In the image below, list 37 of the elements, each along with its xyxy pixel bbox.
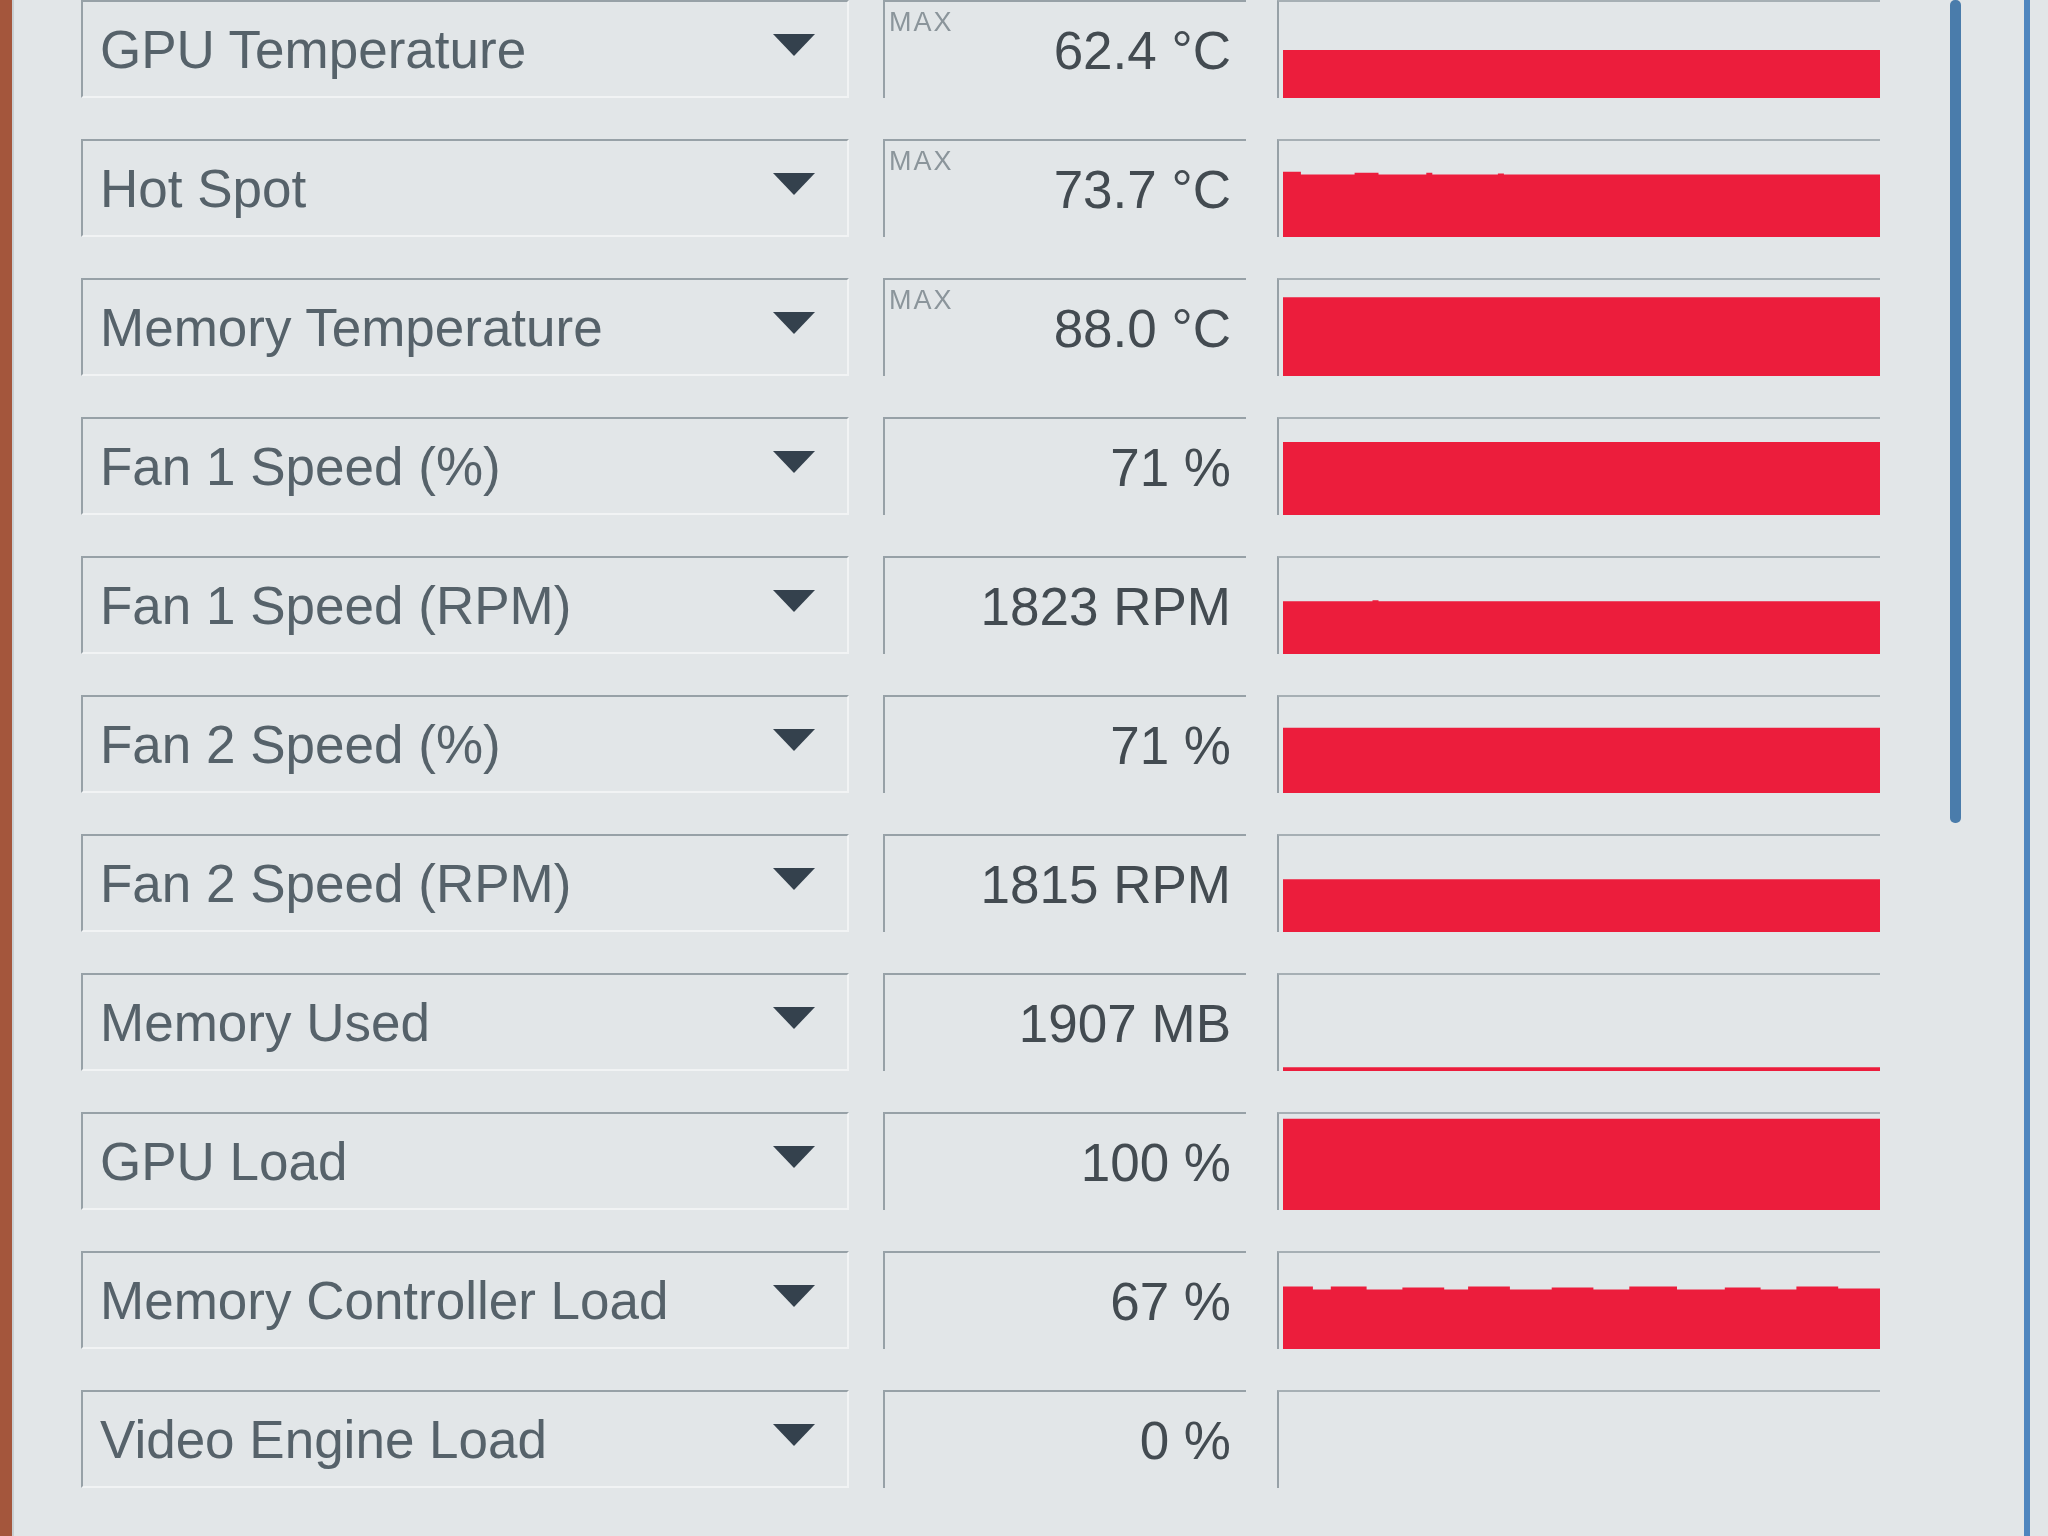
sensor-reading: 1823 RPM bbox=[980, 575, 1231, 637]
sensor-reading: 71 % bbox=[1110, 714, 1231, 776]
caret-down-icon bbox=[773, 1285, 815, 1307]
caret-down-icon bbox=[773, 1007, 815, 1029]
caret-down-icon bbox=[773, 451, 815, 473]
sensor-dropdown[interactable]: Hot Spot bbox=[81, 139, 849, 237]
sensor-reading: 1907 MB bbox=[1018, 992, 1231, 1054]
sensor-dropdown[interactable]: Memory Used bbox=[81, 973, 849, 1071]
sensor-dropdown[interactable]: Fan 2 Speed (%) bbox=[81, 695, 849, 793]
scrollbar-thumb[interactable] bbox=[1950, 0, 1961, 823]
sensor-reading: 88.0 °C bbox=[1053, 297, 1231, 359]
sensor-reading: 100 % bbox=[1080, 1131, 1231, 1193]
sensor-reading: 73.7 °C bbox=[1053, 158, 1231, 220]
caret-down-icon bbox=[773, 1146, 815, 1168]
sensor-dropdown[interactable]: Memory Temperature bbox=[81, 278, 849, 376]
caret-down-icon bbox=[773, 173, 815, 195]
sensor-dropdown[interactable]: Fan 2 Speed (RPM) bbox=[81, 834, 849, 932]
sensor-dropdown[interactable]: GPU Temperature bbox=[81, 0, 849, 98]
sensor-dropdown[interactable]: Fan 1 Speed (RPM) bbox=[81, 556, 849, 654]
mode-label: MAX bbox=[889, 148, 954, 175]
sensor-dropdown[interactable]: GPU Load bbox=[81, 1112, 849, 1210]
sensor-reading: 67 % bbox=[1110, 1270, 1231, 1332]
sensor-reading: 0 % bbox=[1139, 1409, 1231, 1471]
caret-down-icon bbox=[773, 312, 815, 334]
caret-down-icon bbox=[773, 729, 815, 751]
sensor-dropdown[interactable]: Video Engine Load bbox=[81, 1390, 849, 1488]
caret-down-icon bbox=[773, 868, 815, 890]
mode-label: MAX bbox=[889, 287, 954, 314]
sensor-reading: 62.4 °C bbox=[1053, 19, 1231, 81]
caret-down-icon bbox=[773, 34, 815, 56]
caret-down-icon bbox=[773, 590, 815, 612]
sensor-dropdown[interactable]: Memory Controller Load bbox=[81, 1251, 849, 1349]
mode-label: MAX bbox=[889, 9, 954, 36]
sensor-dropdown[interactable]: Fan 1 Speed (%) bbox=[81, 417, 849, 515]
caret-down-icon bbox=[773, 1424, 815, 1446]
sensor-reading: 1815 RPM bbox=[980, 853, 1231, 915]
sensor-reading: 71 % bbox=[1110, 436, 1231, 498]
